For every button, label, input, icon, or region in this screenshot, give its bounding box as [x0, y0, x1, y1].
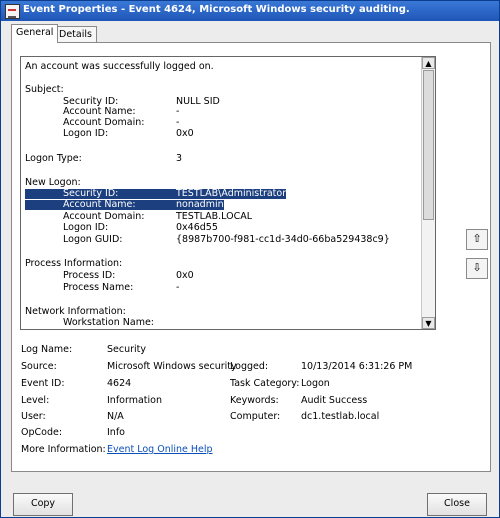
- event-viewer-icon: [5, 4, 20, 19]
- logon-type-label: Logon Type:: [25, 153, 82, 164]
- close-button[interactable]: Close: [427, 493, 487, 516]
- subject-account-domain-label: Account Domain:: [63, 117, 145, 128]
- new-logon-guid-value: {8987b700-f981-cc1d-34d0-66ba529438c9}: [176, 234, 390, 245]
- process-info-heading: Process Information:: [25, 258, 123, 269]
- window-title: Event Properties - Event 4624, Microsoft…: [23, 4, 410, 15]
- logged-value: 10/13/2014 6:31:26 PM: [301, 361, 413, 372]
- source-value: Microsoft Windows security: [107, 361, 237, 372]
- process-name-label: Process Name:: [63, 282, 134, 293]
- user-value: N/A: [107, 411, 124, 422]
- down-arrow-icon: ⇩: [472, 261, 482, 274]
- computer-label: Computer:: [230, 411, 281, 422]
- level-value: Information: [107, 395, 162, 406]
- tab-details[interactable]: Details: [54, 26, 97, 43]
- scroll-thumb[interactable]: [423, 70, 434, 220]
- tab-general[interactable]: General: [11, 24, 59, 43]
- new-logon-account-name-value: nonadmin: [176, 199, 224, 211]
- workstation-name-label: Workstation Name:: [63, 317, 154, 328]
- user-label: User:: [21, 411, 46, 422]
- new-logon-logon-id-value: 0x46d55: [176, 222, 218, 233]
- subject-logon-id-value: 0x0: [176, 128, 194, 139]
- scroll-down-icon[interactable]: ▼: [422, 317, 435, 329]
- event-id-value: 4624: [107, 378, 132, 389]
- task-category-label: Task Category:: [230, 378, 300, 389]
- more-information-label: More Information:: [21, 444, 106, 455]
- previous-event-button[interactable]: ⇧: [466, 229, 488, 250]
- source-label: Source:: [21, 361, 57, 372]
- next-event-button[interactable]: ⇩: [466, 258, 488, 279]
- up-arrow-icon: ⇧: [472, 232, 482, 245]
- copy-button[interactable]: Copy: [13, 493, 73, 516]
- title-bar[interactable]: Event Properties - Event 4624, Microsoft…: [1, 1, 499, 21]
- logon-type-value: 3: [176, 153, 183, 164]
- opcode-label: OpCode:: [21, 427, 63, 438]
- process-id-value: 0x0: [176, 270, 194, 281]
- event-log-online-help-link[interactable]: Event Log Online Help: [107, 444, 213, 455]
- process-name-value: -: [176, 282, 180, 293]
- keywords-label: Keywords:: [230, 395, 279, 406]
- new-logon-account-domain-value: TESTLAB.LOCAL: [176, 211, 253, 222]
- event-properties-window: Event Properties - Event 4624, Microsoft…: [0, 0, 500, 518]
- new-logon-guid-label: Logon GUID:: [63, 234, 123, 245]
- level-label: Level:: [21, 395, 50, 406]
- new-logon-logon-id-label: Logon ID:: [63, 222, 109, 233]
- computer-value: dc1.testlab.local: [301, 411, 380, 422]
- network-info-heading: Network Information:: [25, 306, 126, 317]
- description-scrollbar[interactable]: ▲ ▼: [421, 57, 435, 329]
- subject-account-domain-value: -: [176, 117, 180, 128]
- subject-logon-id-label: Logon ID:: [63, 128, 109, 139]
- event-description-box[interactable]: An account was successfully logged on. S…: [20, 56, 436, 330]
- log-name-value: Security: [107, 344, 147, 355]
- scroll-up-icon[interactable]: ▲: [422, 57, 435, 69]
- keywords-value: Audit Success: [301, 395, 368, 406]
- subject-security-id-value: NULL SID: [176, 96, 220, 107]
- new-logon-heading: New Logon:: [25, 177, 81, 188]
- new-logon-account-domain-label: Account Domain:: [63, 211, 145, 222]
- new-logon-security-id-value: TESTLAB\Administrator: [176, 188, 287, 200]
- event-id-label: Event ID:: [21, 378, 65, 389]
- process-id-label: Process ID:: [63, 270, 116, 281]
- new-logon-account-name-label: Account Name:: [63, 199, 136, 211]
- new-logon-security-id-label: Security ID:: [63, 188, 119, 200]
- subject-heading: Subject:: [25, 84, 64, 95]
- task-category-value: Logon: [301, 378, 330, 389]
- subject-account-name-label: Account Name:: [63, 106, 136, 117]
- subject-account-name-value: -: [176, 106, 180, 117]
- logged-label: Logged:: [230, 361, 269, 372]
- description-intro: An account was successfully logged on.: [25, 61, 214, 72]
- opcode-value: Info: [107, 427, 125, 438]
- log-name-label: Log Name:: [21, 344, 73, 355]
